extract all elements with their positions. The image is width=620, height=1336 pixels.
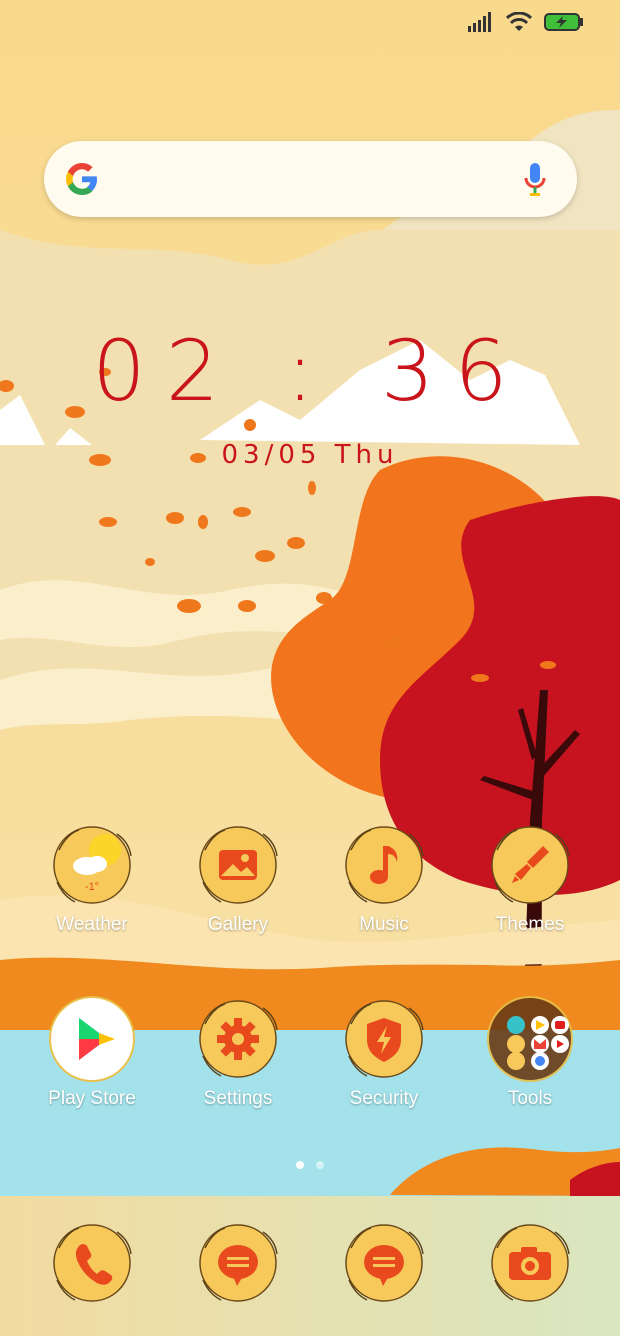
- app-label: Tools: [507, 1088, 553, 1109]
- microphone-icon[interactable]: [523, 161, 547, 197]
- app-music[interactable]: Music: [324, 820, 444, 936]
- app-label: Security: [349, 1088, 419, 1109]
- app-label: Music: [359, 914, 409, 935]
- app-security[interactable]: Security: [324, 994, 444, 1110]
- gallery-icon: [193, 820, 283, 910]
- clock-time[interactable]: 02 : 36: [0, 322, 620, 420]
- battery-charging-icon: [544, 13, 583, 31]
- message-icon: [193, 1218, 283, 1308]
- clock-date[interactable]: 03/05 Thu: [0, 440, 620, 470]
- camera-icon: [485, 1218, 575, 1308]
- themes-brush-icon: [485, 820, 575, 910]
- music-icon: [339, 820, 429, 910]
- settings-gear-icon: [193, 994, 283, 1084]
- page-dot-1[interactable]: [296, 1161, 304, 1169]
- status-bar: [468, 12, 584, 32]
- dock-chat[interactable]: [324, 1218, 444, 1308]
- app-label: Settings: [203, 1088, 273, 1109]
- tools-folder-icon: [485, 994, 575, 1084]
- dock-messages[interactable]: [178, 1218, 298, 1308]
- app-themes[interactable]: Themes: [470, 820, 590, 936]
- google-search-bar[interactable]: [44, 141, 577, 217]
- app-weather[interactable]: -1° Weather: [32, 820, 152, 936]
- phone-icon: [47, 1218, 137, 1308]
- dock-phone[interactable]: [32, 1218, 152, 1308]
- page-dot-2[interactable]: [316, 1161, 324, 1169]
- app-label: Themes: [495, 914, 565, 935]
- chat-icon: [339, 1218, 429, 1308]
- page-indicator[interactable]: [0, 1161, 620, 1169]
- home-screen: 02 : 36 03/05 Thu -1° Weather Gallery Mu…: [0, 0, 620, 1336]
- app-gallery[interactable]: Gallery: [178, 820, 298, 936]
- signal-icon: [468, 12, 491, 32]
- app-label: Weather: [56, 914, 128, 935]
- wifi-icon: [506, 12, 532, 31]
- app-label: Play Store: [48, 1088, 136, 1109]
- weather-icon: -1°: [47, 820, 137, 910]
- app-play-store[interactable]: Play Store: [32, 994, 152, 1110]
- app-tools-folder[interactable]: Tools: [470, 994, 590, 1110]
- security-shield-icon: [339, 994, 429, 1084]
- google-logo-icon: [66, 163, 97, 195]
- play-store-icon: [47, 994, 137, 1084]
- svg-text:-1°: -1°: [85, 881, 99, 893]
- dock-camera[interactable]: [470, 1218, 590, 1308]
- app-settings[interactable]: Settings: [178, 994, 298, 1110]
- app-label: Gallery: [207, 914, 269, 935]
